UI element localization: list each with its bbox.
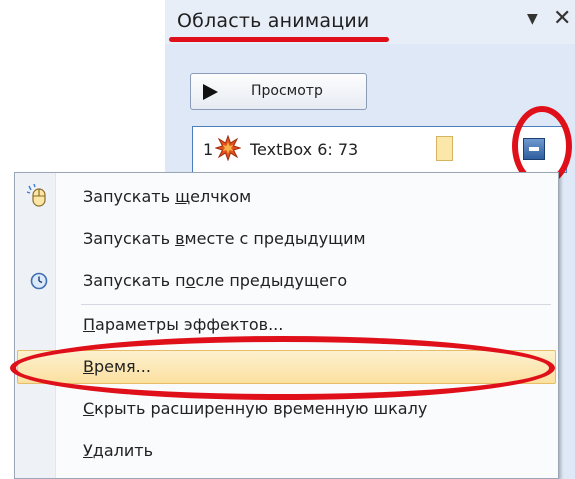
menu-item-label: Удалить: [83, 441, 153, 460]
menu-item-label: Запускать вместе с предыдущим: [83, 229, 366, 248]
menu-item-effect-options[interactable]: Параметры эффектов...: [17, 308, 556, 342]
menu-item-start-on-click[interactable]: Запускать щелчком: [17, 180, 556, 214]
menu-item-start-with-previous[interactable]: Запускать вместе с предыдущим: [17, 222, 556, 256]
menu-item-label: Запускать после предыдущего: [83, 271, 348, 290]
close-icon[interactable]: ✕: [553, 6, 571, 31]
pane-title: Область анимации: [177, 10, 370, 32]
menu-item-label: Скрыть расширенную временную шкалу: [83, 399, 428, 418]
pane-menu-dropdown-icon[interactable]: ▼: [527, 11, 538, 27]
menu-item-label: Параметры эффектов...: [83, 315, 284, 334]
menu-item-remove[interactable]: Удалить: [17, 434, 556, 468]
mouse-icon: [27, 184, 46, 207]
menu-item-start-after-previous[interactable]: Запускать после предыдущего: [17, 264, 556, 298]
menu-item-label: Время...: [83, 357, 151, 376]
menu-item-label: Запускать щелчком: [83, 187, 252, 206]
clock-icon: [30, 272, 48, 290]
play-button-label: Просмотр: [251, 83, 323, 99]
pane-header: Область анимации ▼ ✕: [165, 0, 575, 44]
menu-separator: [81, 304, 551, 305]
play-icon: [203, 84, 218, 100]
context-menu: Запускать щелчком Запускать вместе с пре…: [14, 172, 559, 479]
menu-item-timing[interactable]: Время...: [17, 350, 556, 384]
star-burst-icon: [215, 135, 241, 161]
animation-list-item[interactable]: 1 TextBox 6: 73: [192, 126, 567, 173]
timeline-bar: [436, 136, 453, 161]
title-underline-annotation: [169, 37, 389, 42]
menu-item-hide-advanced-timeline[interactable]: Скрыть расширенную временную шкалу: [17, 392, 556, 426]
animation-label: TextBox 6: 73: [250, 140, 359, 159]
play-button[interactable]: Просмотр: [190, 73, 367, 110]
animation-number: 1: [203, 140, 214, 159]
